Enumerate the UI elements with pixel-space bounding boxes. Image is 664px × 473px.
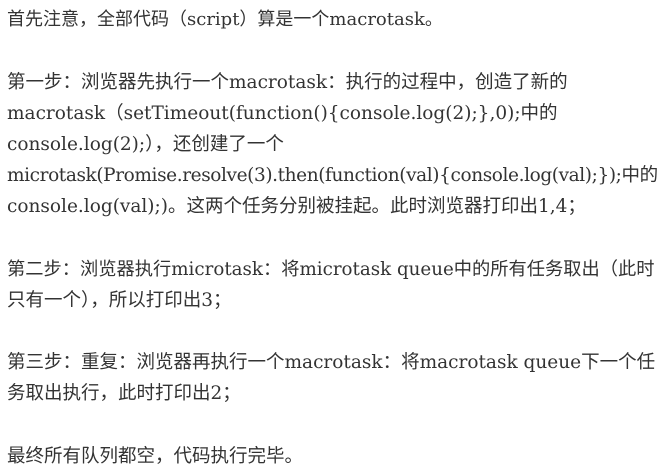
intro-paragraph: 首先注意，全部代码（script）算是一个macrotask。 xyxy=(7,9,443,30)
step-three-line-1: 第三步：重复：浏览器再执行一个macrotask：将macrotask queu… xyxy=(7,352,656,373)
step-two-line-1: 第二步：浏览器执行microtask：将microtask queue中的所有任… xyxy=(7,259,655,280)
step-one-line-4: microtask(Promise.resolve(3).then(functi… xyxy=(7,165,658,186)
conclusion-paragraph: 最终所有队列都空，代码执行完毕。 xyxy=(7,446,304,467)
step-one-line-3: console.log(2);），还创建了一个 xyxy=(7,134,284,155)
step-two-line-2: 只有一个），所以打印出3； xyxy=(7,290,232,311)
step-one-line-2: macrotask（setTimeout(function(){console.… xyxy=(7,103,558,124)
step-three-line-2: 务取出执行，此时打印出2； xyxy=(7,383,241,404)
step-one-line-1: 第一步：浏览器先执行一个macrotask：执行的过程中，创造了新的 xyxy=(7,72,568,93)
step-one-line-5: console.log(val);)。这两个任务分别被挂起。此时浏览器打印出1,… xyxy=(7,196,586,217)
